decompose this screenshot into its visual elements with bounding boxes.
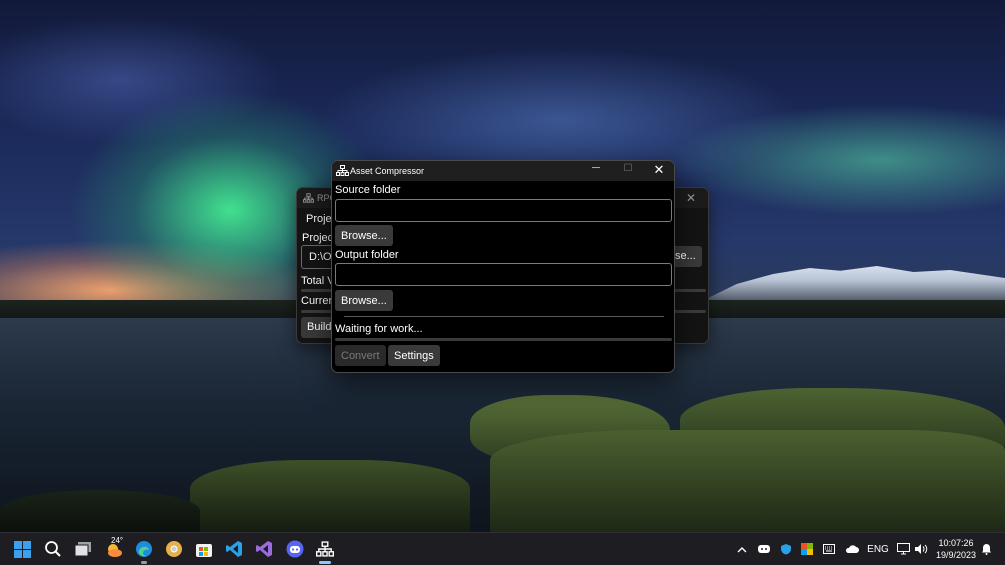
maximize-icon[interactable]: ☐ [612, 163, 644, 179]
store-icon[interactable] [194, 539, 214, 559]
close-icon[interactable]: ✕ [643, 162, 674, 178]
system-clock[interactable]: 10:07:26 19/9/2023 [933, 537, 979, 561]
conversion-progress-bar [335, 338, 672, 341]
discord-icon[interactable] [285, 539, 305, 559]
network-icon[interactable] [315, 539, 335, 564]
source-folder-input[interactable] [335, 199, 672, 222]
window-titlebar[interactable]: Asset Compressor ─ ☐ ✕ [332, 161, 674, 181]
convert-button[interactable]: Convert [335, 345, 386, 366]
wallpaper-rock [490, 430, 1005, 532]
background-total-label: Total V [301, 275, 335, 287]
output-browse-button[interactable]: Browse... [335, 290, 393, 311]
keyboard-icon[interactable] [822, 541, 836, 557]
network-icon[interactable] [896, 541, 910, 557]
chrome-icon[interactable] [164, 539, 184, 559]
wallpaper-rock [190, 460, 470, 532]
asset-compressor-window[interactable]: Asset Compressor ─ ☐ ✕ Source folder Bro… [331, 160, 675, 373]
status-text: Waiting for work... [335, 323, 423, 335]
window-title: Asset Compressor [350, 166, 425, 176]
search-icon[interactable] [43, 539, 63, 559]
windows-start-icon[interactable] [12, 539, 32, 559]
chevron-up-icon[interactable] [735, 541, 749, 557]
close-icon[interactable]: ✕ [686, 191, 696, 205]
shield-icon[interactable] [779, 541, 793, 557]
minimize-icon[interactable]: ─ [580, 162, 612, 178]
visual-studio-icon[interactable] [254, 539, 274, 559]
divider [344, 316, 664, 317]
wallpaper-rock [0, 490, 200, 532]
background-current-label: Curren [301, 295, 335, 307]
notification-bell-icon[interactable] [979, 541, 993, 557]
volume-icon[interactable] [913, 541, 929, 557]
cloud-icon[interactable] [844, 541, 860, 557]
source-folder-label: Source folder [335, 184, 401, 196]
clock-time: 10:07:26 [938, 538, 974, 548]
output-folder-input[interactable] [335, 263, 672, 286]
weather-temperature: 24° [111, 536, 124, 545]
taskbar: 24° ENG 10:07:26 19/9/2023 [0, 532, 1005, 565]
vscode-icon[interactable] [224, 539, 244, 559]
language-indicator[interactable]: ENG [866, 541, 890, 557]
network-icon [336, 165, 349, 176]
discord-tray-icon[interactable] [757, 541, 771, 557]
output-folder-label: Output folder [335, 249, 399, 261]
task-view-icon[interactable] [73, 539, 93, 559]
clock-date: 19/9/2023 [935, 550, 977, 560]
color-grid-icon[interactable] [800, 541, 814, 557]
source-browse-button[interactable]: Browse... [335, 225, 393, 246]
edge-icon[interactable] [134, 539, 154, 564]
network-icon [303, 193, 314, 203]
settings-button[interactable]: Settings [388, 345, 440, 366]
